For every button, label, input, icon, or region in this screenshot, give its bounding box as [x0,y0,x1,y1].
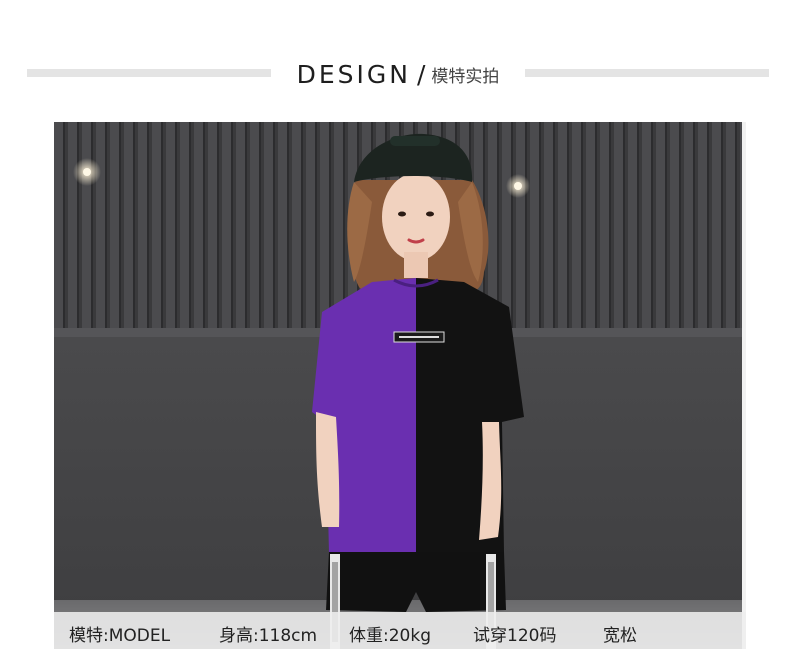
model-face [382,173,450,261]
model-info-bar: 模特:MODEL 身高:118cm 体重:20kg 试穿120码 宽松 [54,612,746,649]
product-detail-page: DESIGN / 模特实拍 模特:MODEL 身高:118cm 体重:20kg … [0,0,790,649]
model-weight: 体重:20kg [349,626,431,646]
heading-title: DESIGN [296,59,411,89]
section-heading: DESIGN / 模特实拍 [280,57,516,91]
fit-type: 宽松 [603,626,637,646]
model-height: 身高:118cm [219,626,318,646]
model-photo [54,122,746,649]
heading-subtitle: 模特实拍 [431,66,500,87]
heading-rule-right [525,69,769,77]
heading-rule-left [27,69,271,77]
heading-separator: / [416,59,426,89]
model-label: 模特:MODEL [69,626,171,646]
tried-size: 试穿120码 [473,626,557,646]
